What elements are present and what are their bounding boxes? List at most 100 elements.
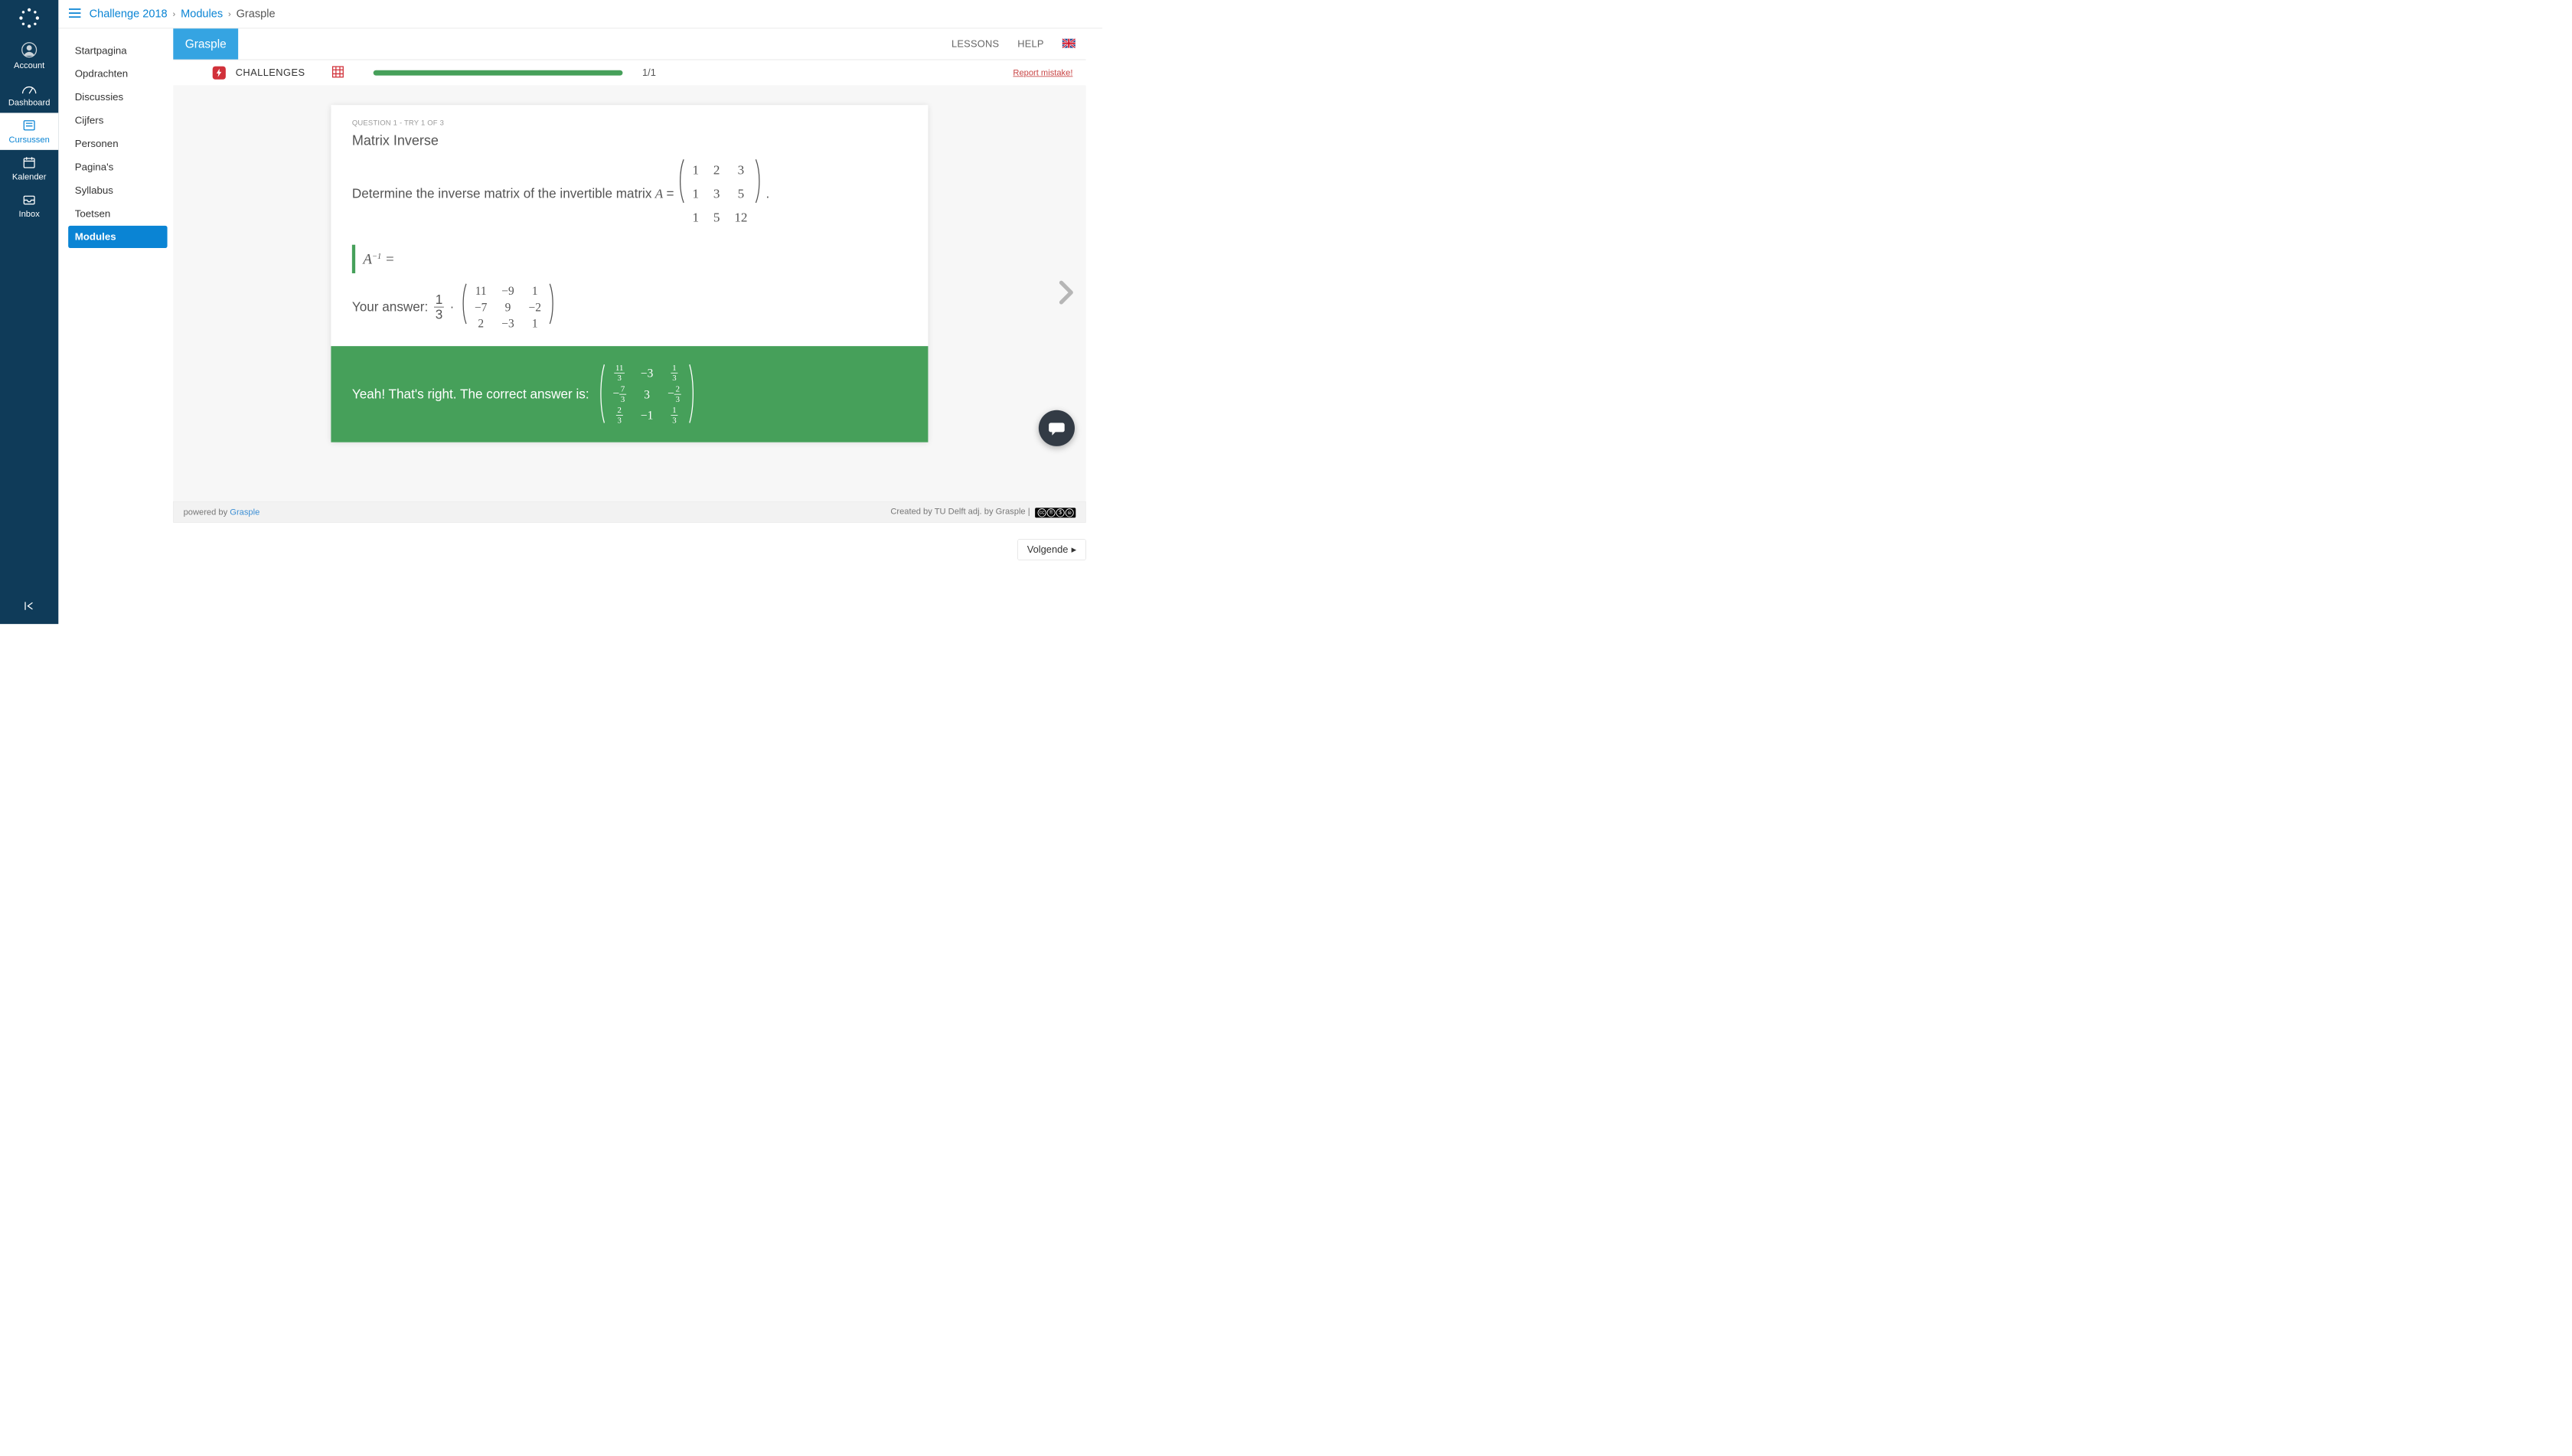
answer-exp: −1 xyxy=(372,252,381,261)
created-by: Created by TU Delft adj. by Grasple | cc… xyxy=(890,506,1075,517)
breadcrumb-sep-2: › xyxy=(228,9,231,19)
powered-link[interactable]: Grasple xyxy=(230,507,259,517)
breadcrumb-section[interactable]: Modules xyxy=(181,8,223,21)
module-nav-footer: Volgende ▸ xyxy=(173,523,1085,577)
inbox-icon xyxy=(21,193,38,206)
nav-dashboard[interactable]: Dashboard xyxy=(0,76,58,113)
next-module-button[interactable]: Volgende ▸ xyxy=(1017,539,1085,560)
powered-prefix: powered by xyxy=(184,507,230,517)
breadcrumb-current: Grasple xyxy=(237,8,276,21)
chevron-right-icon xyxy=(1056,279,1076,305)
prompt-equals: = xyxy=(666,183,674,204)
answer-input-display: A−1 = xyxy=(352,245,907,273)
grid-icon xyxy=(332,66,344,77)
course-nav-opdrachten[interactable]: Opdrachten xyxy=(68,63,167,85)
global-sidebar: Account Dashboard Cursussen Kalender Inb… xyxy=(0,0,58,624)
lessons-link[interactable]: LESSONS xyxy=(951,38,999,50)
caret-right-icon: ▸ xyxy=(1072,544,1076,556)
paren-left-icon xyxy=(460,282,467,325)
grasple-footer: powered by Grasple Created by TU Delft a… xyxy=(173,501,1085,523)
correct-matrix: 113−313−733−2323−113 xyxy=(598,363,697,426)
report-mistake-text: Report mistake! xyxy=(1013,67,1072,77)
course-nav-personen[interactable]: Personen xyxy=(68,132,167,155)
scalar-num: 1 xyxy=(434,293,444,308)
grasple-tab[interactable]: Grasple xyxy=(173,28,238,59)
prompt-var: A xyxy=(655,183,663,204)
course-nav-paginas[interactable]: Pagina's xyxy=(68,156,167,178)
scalar-den: 3 xyxy=(436,308,443,322)
progress-fill xyxy=(374,70,623,75)
powered-by: powered by Grasple xyxy=(184,507,260,517)
prompt-prefix: Determine the inverse matrix of the inve… xyxy=(352,183,652,204)
question-card: QUESTION 1 - TRY 1 OF 3 Matrix Inverse D… xyxy=(331,105,928,442)
grasple-header: Grasple LESSONS HELP xyxy=(173,28,1085,60)
collapse-icon xyxy=(23,599,36,612)
paren-right-icon xyxy=(688,363,696,425)
challenge-grid-button[interactable] xyxy=(332,66,344,80)
language-flag[interactable] xyxy=(1062,38,1075,49)
bolt-icon xyxy=(216,68,223,77)
course-nav-startpagina[interactable]: Startpagina xyxy=(68,39,167,61)
created-by-text: Created by TU Delft adj. by Grasple | xyxy=(890,506,1032,516)
prompt-period: . xyxy=(765,183,769,204)
breadcrumb-row: Challenge 2018 › Modules › Grasple xyxy=(58,0,1102,28)
scalar-fraction: 1 3 xyxy=(434,293,444,322)
paren-left-icon xyxy=(598,363,605,425)
answer-var: A xyxy=(363,251,372,267)
logo-icon xyxy=(19,8,40,28)
nav-inbox[interactable]: Inbox xyxy=(0,187,58,224)
chat-widget[interactable] xyxy=(1039,410,1075,446)
nc-icon: ⊜ xyxy=(1066,508,1074,517)
nav-calendar-label: Kalender xyxy=(12,171,47,181)
user-circle-icon xyxy=(21,42,38,58)
calendar-icon xyxy=(21,156,38,169)
challenges-label: CHALLENGES xyxy=(236,67,305,79)
book-icon xyxy=(21,119,38,132)
course-nav-cijfers[interactable]: Cijfers xyxy=(68,109,167,132)
feedback-banner: Yeah! That's right. The correct answer i… xyxy=(331,346,928,442)
nav-calendar[interactable]: Kalender xyxy=(0,150,58,187)
course-menu-toggle[interactable] xyxy=(67,7,82,21)
main-area: Grasple LESSONS HELP xyxy=(173,28,1102,624)
matrix-A: 1231351512 xyxy=(677,158,762,230)
course-nav: Startpagina Opdrachten Discussies Cijfer… xyxy=(58,28,173,624)
paren-right-icon xyxy=(548,282,555,325)
course-nav-toetsen[interactable]: Toetsen xyxy=(68,202,167,224)
paren-left-icon xyxy=(677,158,685,204)
course-nav-syllabus[interactable]: Syllabus xyxy=(68,179,167,201)
nav-account[interactable]: Account xyxy=(0,36,58,76)
sa-icon: $ xyxy=(1056,508,1065,517)
bolt-badge xyxy=(213,66,226,79)
canvas-logo xyxy=(19,8,40,28)
question-title: Matrix Inverse xyxy=(352,132,907,149)
challenge-bar: CHALLENGES 1/1 Report xyxy=(173,60,1085,85)
breadcrumb-sep-1: › xyxy=(173,9,176,19)
breadcrumb: Challenge 2018 › Modules › Grasple xyxy=(90,8,276,21)
nav-courses-label: Cursussen xyxy=(9,135,50,145)
progress-bar xyxy=(374,70,623,75)
nav-inbox-label: Inbox xyxy=(19,209,40,219)
paren-right-icon xyxy=(755,158,762,204)
nav-account-label: Account xyxy=(14,60,44,70)
help-link[interactable]: HELP xyxy=(1017,38,1043,50)
collapse-sidebar-button[interactable] xyxy=(23,599,36,614)
nav-courses[interactable]: Cursussen xyxy=(0,113,58,149)
by-icon: ® xyxy=(1047,508,1056,517)
question-meta: QUESTION 1 - TRY 1 OF 3 xyxy=(352,119,907,127)
your-answer-row: Your answer: 1 3 · 11−91−79−22−31 xyxy=(352,282,907,331)
next-module-label: Volgende xyxy=(1027,544,1069,556)
cc-icon: cc xyxy=(1038,508,1046,517)
nav-dashboard-label: Dashboard xyxy=(8,97,51,107)
progress-text: 1/1 xyxy=(642,67,656,79)
answer-equals: = xyxy=(385,251,395,267)
course-nav-discussies[interactable]: Discussies xyxy=(68,86,167,108)
next-question-button[interactable] xyxy=(1056,279,1076,307)
course-nav-modules[interactable]: Modules xyxy=(68,226,167,248)
question-prompt: Determine the inverse matrix of the inve… xyxy=(352,158,907,230)
report-mistake-link[interactable]: Report mistake! xyxy=(1013,67,1072,77)
hamburger-icon xyxy=(67,7,82,18)
your-answer-matrix: 11−91−79−22−31 xyxy=(460,282,556,331)
breadcrumb-course[interactable]: Challenge 2018 xyxy=(90,8,168,21)
chat-icon xyxy=(1048,420,1065,436)
card-region: QUESTION 1 - TRY 1 OF 3 Matrix Inverse D… xyxy=(173,85,1085,501)
